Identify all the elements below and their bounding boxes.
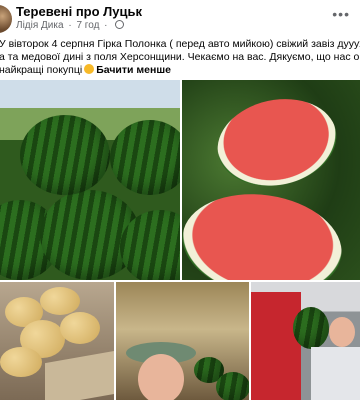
watermelon <box>293 307 329 349</box>
post-text: У вівторок 4 серпня Гірка Полонка ( пере… <box>0 38 360 77</box>
post-text-line: а та медової дині з поля Херсонщини. Чек… <box>0 51 360 63</box>
group-name[interactable]: Теревені про Луцьк <box>16 4 142 19</box>
seller-face <box>138 354 184 400</box>
photo-seller-woman[interactable] <box>116 282 249 400</box>
author-name[interactable]: Лідія Дика <box>16 20 64 31</box>
photo-seller-man[interactable] <box>251 282 360 400</box>
post-text-line: У вівторок 4 серпня Гірка Полонка ( пере… <box>0 38 360 50</box>
watermelon-slice <box>182 184 349 280</box>
truck <box>251 292 301 400</box>
watermelon <box>110 120 180 195</box>
melon <box>40 287 80 315</box>
see-less-link[interactable]: Бачити менше <box>96 64 171 76</box>
photo-watermelon-slice[interactable] <box>182 80 360 280</box>
post-time[interactable]: 7 год <box>76 20 99 31</box>
more-options-icon[interactable]: ••• <box>332 6 350 22</box>
post-header: Теревені про Луцьк Лідія Дика · 7 год · … <box>0 0 360 38</box>
watermelon <box>216 372 249 400</box>
watermelon <box>20 115 110 195</box>
post-meta: Лідія Дика · 7 год · <box>16 20 125 31</box>
post-text-line: найкращі покупці <box>0 64 83 76</box>
post-text-line-last: найкращі покупці Бачити менше <box>0 64 360 77</box>
photo-watermelon-field[interactable] <box>0 80 180 280</box>
globe-icon <box>115 20 125 29</box>
seller-face <box>329 317 355 347</box>
watermelon-slice <box>209 88 345 197</box>
smile-emoji-icon <box>84 64 95 74</box>
crate <box>45 350 114 400</box>
melon <box>0 347 42 377</box>
photo-melons-crate[interactable] <box>0 282 114 400</box>
group-avatar[interactable] <box>0 5 12 33</box>
seller-shirt <box>311 347 360 400</box>
melon <box>60 312 100 344</box>
